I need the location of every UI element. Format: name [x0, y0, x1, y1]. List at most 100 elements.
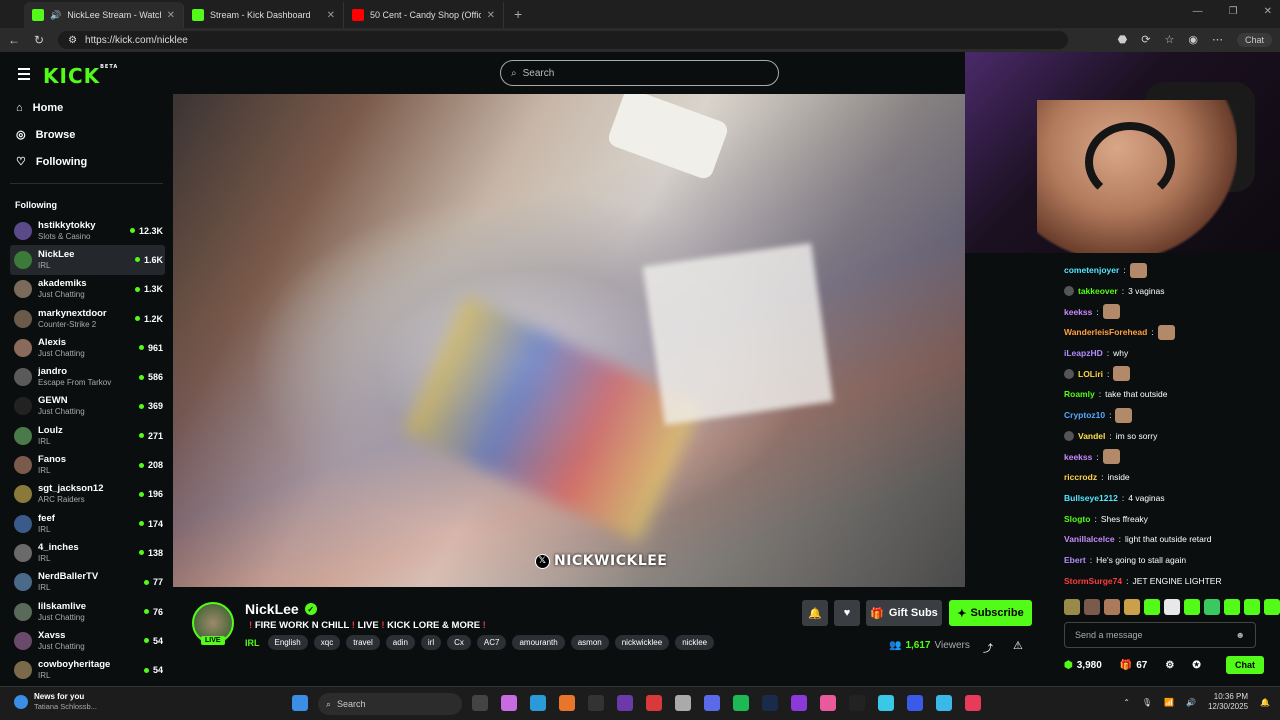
chat-username[interactable]: StormSurge74 — [1064, 576, 1122, 586]
chat-username[interactable]: LOLiri — [1078, 369, 1103, 379]
chat-username[interactable]: iLeapzHD — [1064, 348, 1103, 358]
chat-input[interactable]: Send a message ☻ — [1064, 622, 1256, 648]
following-item[interactable]: markynextdoor Counter-Strike 2 1.2K — [0, 304, 173, 333]
edge-icon[interactable] — [530, 695, 546, 711]
emote-icon[interactable] — [1224, 599, 1240, 615]
chat-username[interactable]: WanderleisForehead — [1064, 327, 1147, 337]
volume-icon[interactable]: 🔊 — [1186, 698, 1196, 707]
emote-icon[interactable] — [1264, 599, 1280, 615]
tag-pill[interactable]: adin — [385, 635, 415, 650]
taskbar-search[interactable]: ⌕ Search — [318, 693, 462, 715]
chat-username[interactable]: keekss — [1064, 307, 1092, 317]
chat-username[interactable]: Vanillalcelce — [1064, 534, 1115, 544]
following-item[interactable]: GEWN Just Chatting 369 — [0, 392, 173, 421]
notification-icon[interactable]: 🔔 — [1260, 698, 1270, 707]
news-widget[interactable]: News for you Tatiana Schlossb... — [14, 692, 97, 712]
favorites-icon[interactable]: ☆ — [1165, 33, 1175, 47]
app-icon[interactable] — [878, 695, 894, 711]
emote-icon[interactable] — [1144, 599, 1160, 615]
music-icon[interactable] — [675, 695, 691, 711]
tag-pill[interactable]: nickwicklee — [614, 635, 670, 650]
task-view-icon[interactable] — [472, 695, 488, 711]
chat-username[interactable]: Cryptoz10 — [1064, 410, 1105, 420]
browser-tab-2[interactable]: 50 Cent - Candy Shop (Official Mu ✕ — [344, 2, 504, 28]
following-item[interactable]: Alexis Just Chatting 961 — [0, 333, 173, 362]
site-info-icon[interactable]: ⚙ — [68, 35, 77, 46]
chat-send-button[interactable]: Chat — [1226, 656, 1264, 674]
video-player[interactable]: 𝕏 NICKWICKLEE — [173, 94, 965, 587]
following-item[interactable]: sgt_jackson12 ARC Raiders 196 — [0, 480, 173, 509]
sub-count[interactable]: 67 — [1136, 660, 1147, 671]
chat-username[interactable]: takkeover — [1078, 286, 1118, 296]
emote-icon[interactable] — [1244, 599, 1260, 615]
chat-username[interactable]: Roamly — [1064, 389, 1095, 399]
tag-pill[interactable]: AC7 — [476, 635, 507, 650]
app-icon[interactable] — [646, 695, 662, 711]
gift-subs-button[interactable]: 🎁 Gift Subs — [866, 600, 942, 626]
points-count[interactable]: 3,980 — [1077, 660, 1102, 671]
app-icon[interactable] — [907, 695, 923, 711]
app-icon[interactable] — [617, 695, 633, 711]
kick-logo[interactable]: KICKBETA — [43, 64, 118, 88]
tag-pill[interactable]: English — [267, 635, 308, 650]
new-tab-icon[interactable]: + — [504, 6, 532, 22]
more-icon[interactable]: ⋯ — [1212, 33, 1223, 47]
discord-icon[interactable] — [704, 695, 720, 711]
obs-icon[interactable] — [849, 695, 865, 711]
share-icon[interactable]: ⤴ — [983, 640, 993, 655]
tag-pill[interactable]: irl — [420, 635, 442, 650]
category-link[interactable]: IRL — [245, 638, 260, 648]
chat-username[interactable]: Ebert — [1064, 555, 1086, 565]
app-icon[interactable] — [820, 695, 836, 711]
search-input[interactable]: ⌕ Search — [500, 60, 779, 86]
tag-pill[interactable]: travel — [346, 635, 380, 650]
tag-pill[interactable]: asmon — [570, 635, 609, 650]
following-item[interactable]: cowboyheritage IRL 54 — [0, 655, 173, 684]
settings-icon[interactable]: ⚙ — [1165, 660, 1174, 671]
tag-pill[interactable]: xqc — [313, 635, 341, 650]
tab-close-icon[interactable]: ✕ — [487, 10, 495, 21]
following-item[interactable]: NickLee IRL 1.6K — [10, 245, 165, 275]
following-item[interactable]: NerdBallerTV IRL 77 — [0, 568, 173, 597]
tag-pill[interactable]: Cx — [447, 635, 471, 650]
refresh-extension-icon[interactable]: ⟳ — [1141, 33, 1150, 47]
nav-browse[interactable]: ◎ Browse — [0, 121, 173, 148]
mic-icon[interactable]: 🎙 — [1142, 698, 1152, 707]
browser-tab-0[interactable]: 🔊 NickLee Stream - Watch Live ✕ — [24, 2, 184, 28]
badge-icon[interactable]: ✪ — [1192, 660, 1200, 671]
following-item[interactable]: feef IRL 174 — [0, 509, 173, 538]
following-item[interactable]: Fanos IRL 208 — [0, 450, 173, 479]
wifi-icon[interactable]: 📶 — [1164, 698, 1174, 707]
emote-icon[interactable] — [1164, 599, 1180, 615]
following-item[interactable]: akademiks Just Chatting 1.3K — [0, 275, 173, 304]
firefox-icon[interactable] — [559, 695, 575, 711]
url-field[interactable]: ⚙ https://kick.com/nicklee — [58, 31, 1069, 49]
following-item[interactable]: hstikkytokky Slots & Casino 12.3K — [0, 216, 173, 245]
menu-icon[interactable] — [18, 68, 30, 83]
report-icon[interactable]: ⚠ — [1013, 639, 1023, 652]
emote-icon[interactable] — [1064, 599, 1080, 615]
browser-tab-1[interactable]: Stream - Kick Dashboard ✕ — [184, 2, 344, 28]
back-icon[interactable]: ← — [8, 33, 20, 47]
spotify-icon[interactable] — [733, 695, 749, 711]
profile-icon[interactable]: ◉ — [1188, 33, 1198, 47]
follow-button[interactable]: ♥ — [834, 600, 860, 626]
app-icon[interactable] — [791, 695, 807, 711]
minimize-icon[interactable]: — — [1193, 6, 1203, 17]
tag-pill[interactable]: nicklee — [675, 635, 715, 650]
following-item[interactable]: Xavss Just Chatting 54 — [0, 626, 173, 655]
copilot-chat-button[interactable]: Chat — [1236, 33, 1272, 47]
tab-close-icon[interactable]: ✕ — [327, 10, 335, 21]
steam-icon[interactable] — [762, 695, 778, 711]
maximize-icon[interactable]: ❐ — [1229, 6, 1238, 17]
app-icon[interactable] — [936, 695, 952, 711]
emote-icon[interactable] — [1084, 599, 1100, 615]
emote-icon[interactable] — [1184, 599, 1200, 615]
notification-button[interactable]: 🔔 — [802, 600, 828, 626]
app-icon[interactable] — [588, 695, 604, 711]
chevron-up-icon[interactable]: ⌃ — [1123, 698, 1130, 707]
chat-username[interactable]: Vandel — [1078, 431, 1105, 441]
chat-username[interactable]: Bullseye1212 — [1064, 493, 1118, 503]
emote-icon[interactable] — [1124, 599, 1140, 615]
close-window-icon[interactable]: ✕ — [1264, 6, 1272, 17]
